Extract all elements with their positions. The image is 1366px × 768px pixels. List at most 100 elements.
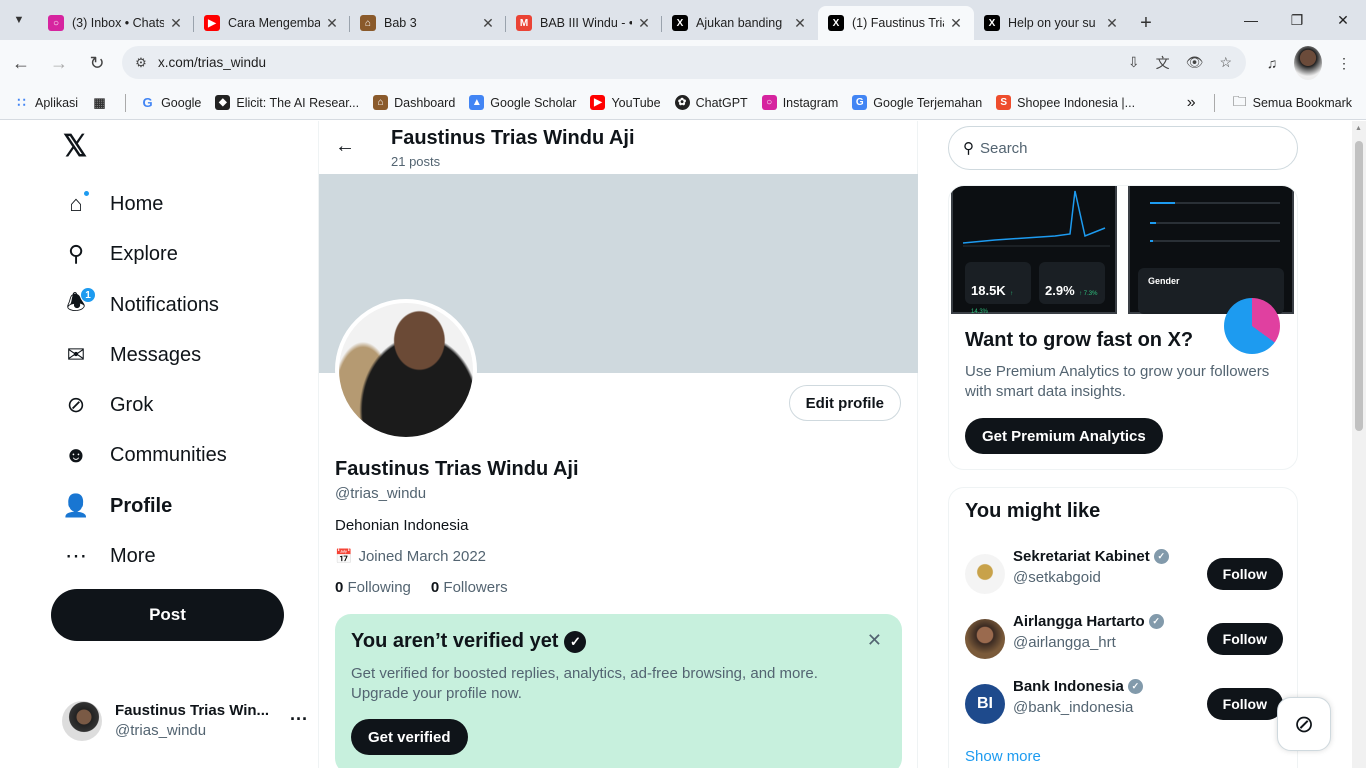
forward-icon[interactable]: →: [42, 46, 76, 80]
tab-title: Bab 3: [384, 16, 417, 30]
bookmark-item[interactable]: G Google: [140, 95, 202, 110]
translate-icon: G: [852, 95, 868, 110]
close-tab-icon[interactable]: ✕: [948, 15, 964, 32]
restore-icon[interactable]: ❐: [1274, 0, 1320, 40]
close-tab-icon[interactable]: ✕: [480, 15, 496, 32]
grok-floating-button[interactable]: ⊘: [1277, 697, 1331, 751]
right-sidebar: ⚲ Search 18.5K ↑ 14.3% 2.9% ↑ 7.3% Gende…: [948, 121, 1298, 768]
promo-title: Want to grow fast on X?: [965, 329, 1194, 351]
follow-button[interactable]: Follow: [1206, 623, 1283, 655]
folder-icon: 🗀: [1232, 92, 1247, 109]
new-tab-button[interactable]: +: [1130, 6, 1162, 40]
bank-indonesia-logo: BI: [965, 684, 1005, 724]
bookmark-label: Google Terjemahan: [873, 95, 983, 110]
account-switcher[interactable]: Faustinus Trias Win... @trias_windu ···: [62, 699, 308, 743]
suggested-account[interactable]: BI Bank Indonesia ✓ @bank_indonesia Follo…: [965, 678, 1283, 728]
bookmark-item[interactable]: ▶ YouTube: [590, 95, 661, 110]
x-logo-icon[interactable]: 𝕏: [63, 132, 91, 162]
star-icon[interactable]: ☆: [1219, 54, 1232, 71]
suggested-account[interactable]: Airlangga Hartarto ✓ @airlangga_hrt Follo…: [965, 613, 1283, 663]
translate-icon[interactable]: 文: [1156, 53, 1170, 73]
browser-tab-strip: ▼ ○ (3) Inbox • Chats ✕ ▶ Cara Mengemba …: [0, 0, 1366, 40]
nav-label: Home: [110, 192, 164, 215]
bookmark-item[interactable]: ▲ Google Scholar: [469, 95, 576, 110]
minimize-icon[interactable]: —: [1228, 0, 1274, 40]
reload-icon[interactable]: ↻: [80, 46, 114, 80]
more-options-icon[interactable]: ···: [290, 709, 308, 730]
install-app-icon[interactable]: ⇩: [1128, 54, 1140, 71]
close-tab-icon[interactable]: ✕: [636, 15, 652, 32]
profile-bio: Dehonian Indonesia: [335, 517, 469, 534]
bookmark-label: Google: [161, 95, 202, 110]
close-tab-icon[interactable]: ✕: [792, 15, 808, 32]
close-tab-icon[interactable]: ✕: [168, 15, 184, 32]
nav-notifications[interactable]: 🕭 1 Notifications: [62, 285, 219, 325]
browser-tab[interactable]: M BAB III Windu - • ✕: [506, 6, 662, 40]
close-icon[interactable]: ✕: [867, 630, 882, 651]
profile-avatar[interactable]: [335, 299, 477, 441]
bookmark-item[interactable]: ◆ Elicit: The AI Resear...: [215, 95, 359, 110]
browser-tab[interactable]: X Help on your su ✕: [974, 6, 1130, 40]
nav-messages[interactable]: ✉ Messages: [62, 335, 201, 375]
bookmark-item[interactable]: G Google Terjemahan: [852, 95, 982, 110]
post-count: 21 posts: [391, 154, 441, 169]
tab-search-button[interactable]: ▼: [6, 7, 32, 33]
profile-name: Faustinus Trias Windu Aji: [335, 458, 579, 480]
url-text[interactable]: x.com/trias_windu: [158, 55, 266, 70]
left-navigation: 𝕏 ⌂ Home ⚲ Explore 🕭 1 Notifications ✉ Me…: [50, 121, 318, 768]
back-icon[interactable]: ←: [4, 46, 38, 80]
close-window-icon[interactable]: ✕: [1320, 0, 1366, 40]
close-tab-icon[interactable]: ✕: [1104, 15, 1120, 32]
search-input[interactable]: ⚲ Search: [948, 126, 1298, 170]
scrollbar[interactable]: ▲: [1352, 121, 1366, 768]
home-icon: ⌂: [62, 190, 90, 218]
all-bookmarks-button[interactable]: 🗀 Semua Bookmark: [1233, 91, 1352, 115]
browser-tab[interactable]: X Ajukan banding ✕: [662, 6, 818, 40]
media-control-icon[interactable]: ♫: [1258, 46, 1286, 80]
browser-tab[interactable]: ○ (3) Inbox • Chats ✕: [38, 6, 194, 40]
site-info-icon[interactable]: ⚙: [126, 55, 156, 71]
show-more-link[interactable]: Show more: [965, 748, 1041, 765]
bookmark-item[interactable]: ○ Instagram: [761, 95, 838, 110]
get-verified-button[interactable]: Get verified: [351, 719, 468, 755]
address-bar[interactable]: ⚙ x.com/trias_windu ⇩ 文 👁 ☆: [122, 46, 1246, 79]
edit-profile-button[interactable]: Edit profile: [788, 385, 901, 421]
dashboard-icon: ⌂: [360, 15, 376, 31]
follow-button[interactable]: Follow: [1206, 688, 1283, 720]
nav-explore[interactable]: ⚲ Explore: [62, 234, 178, 274]
search-icon: ⚲: [963, 140, 974, 157]
post-button[interactable]: Post: [51, 589, 284, 641]
bookmark-item[interactable]: ∷ Aplikasi: [14, 95, 78, 110]
bookmark-item[interactable]: S Shopee Indonesia |...: [996, 95, 1135, 110]
following-link[interactable]: 0 Following: [335, 579, 411, 596]
nav-profile[interactable]: 👤 Profile: [62, 486, 172, 526]
close-tab-icon[interactable]: ✕: [324, 15, 340, 32]
browser-tab-active[interactable]: X (1) Faustinus Tria ✕: [818, 6, 974, 40]
nav-grok[interactable]: ⊘ Grok: [62, 385, 154, 425]
suggested-account[interactable]: Sekretariat Kabinet ✓ @setkabgoid Follow: [965, 548, 1283, 598]
scroll-up-icon[interactable]: ▲: [1355, 125, 1362, 132]
browser-tab[interactable]: ▶ Cara Mengemba ✕: [194, 6, 350, 40]
bookmark-label: Google Scholar: [490, 95, 577, 110]
browser-tab[interactable]: ⌂ Bab 3 ✕: [350, 6, 506, 40]
nav-more[interactable]: ⋯ More: [62, 536, 156, 576]
nav-home[interactable]: ⌂ Home: [62, 184, 163, 224]
followers-count: 0: [430, 579, 440, 596]
bookmark-item[interactable]: ▦: [92, 95, 113, 110]
chevron-double-right-icon[interactable]: »: [1187, 94, 1196, 112]
eye-off-icon[interactable]: 👁: [1186, 54, 1204, 71]
get-premium-analytics-button[interactable]: Get Premium Analytics: [965, 418, 1163, 454]
bookmark-item[interactable]: ⌂ Dashboard: [373, 95, 455, 110]
verified-badge-icon: ✓: [1127, 679, 1143, 694]
nav-communities[interactable]: ☻ Communities: [62, 435, 226, 475]
kebab-menu-icon[interactable]: ⋮: [1330, 46, 1358, 80]
follow-button[interactable]: Follow: [1206, 558, 1283, 590]
gender-label: Gender: [1148, 276, 1180, 286]
back-arrow-icon[interactable]: ←: [335, 135, 355, 158]
profile-avatar-icon[interactable]: [1294, 46, 1322, 80]
google-icon: G: [142, 95, 153, 110]
bookmark-item[interactable]: ✿ ChatGPT: [674, 95, 748, 110]
scrollbar-thumb[interactable]: [1355, 141, 1363, 431]
section-title: You might like: [965, 500, 1101, 522]
followers-link[interactable]: 0 Followers: [431, 579, 508, 596]
